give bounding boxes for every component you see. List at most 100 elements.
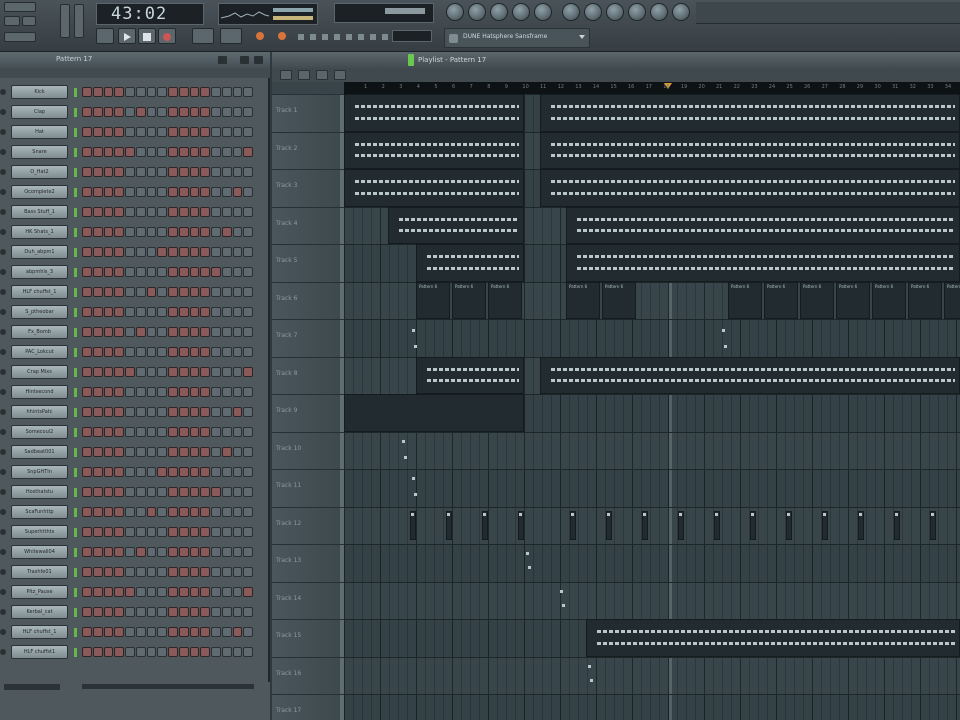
track-lane[interactable] [344, 581, 960, 620]
step-button[interactable] [125, 107, 135, 117]
track-header[interactable]: Track 2 [272, 131, 344, 169]
step-button[interactable] [135, 647, 146, 657]
step-button[interactable] [168, 267, 178, 277]
step-button[interactable] [211, 647, 221, 657]
step-button[interactable] [168, 527, 178, 537]
step-button[interactable] [232, 87, 243, 97]
step-button[interactable] [157, 307, 167, 317]
pattern-clip[interactable] [540, 169, 960, 207]
step-button[interactable] [178, 387, 189, 397]
step-button[interactable] [157, 427, 167, 437]
step-button[interactable] [103, 87, 114, 97]
step-button[interactable] [157, 267, 167, 277]
step-button[interactable] [82, 487, 92, 497]
channel-name-button[interactable]: HLF chuffst_1 [11, 285, 68, 299]
step-button[interactable] [157, 387, 167, 397]
playlist-grid[interactable]: Pattern 6 Pattern 6 Pattern 6 Pattern 6 Patt… [344, 94, 960, 720]
step-button[interactable] [200, 647, 210, 657]
step-button[interactable] [125, 147, 135, 157]
step-button[interactable] [82, 287, 92, 297]
step-button[interactable] [200, 87, 210, 97]
step-button[interactable] [232, 267, 243, 277]
step-button[interactable] [168, 367, 178, 377]
step-button[interactable] [243, 327, 253, 337]
track-header[interactable]: Track 16 [272, 656, 344, 694]
step-button[interactable] [146, 647, 157, 657]
step-button[interactable] [232, 627, 243, 637]
step-button[interactable] [211, 487, 221, 497]
step-button[interactable] [114, 467, 124, 477]
step-button[interactable] [82, 527, 92, 537]
step-button[interactable] [243, 147, 253, 157]
step-button[interactable] [189, 127, 200, 137]
channel-select-indicator[interactable] [74, 348, 77, 357]
step-button[interactable] [221, 247, 232, 257]
step-button[interactable] [146, 347, 157, 357]
channel-select-indicator[interactable] [74, 588, 77, 597]
track-header[interactable]: Track 15 [272, 619, 344, 657]
step-button[interactable] [168, 307, 178, 317]
step-button[interactable] [92, 187, 103, 197]
step-button[interactable] [135, 227, 146, 237]
step-button[interactable] [232, 607, 243, 617]
step-button[interactable] [168, 247, 178, 257]
channel-name-button[interactable]: Hosthatstu [11, 485, 68, 499]
step-button[interactable] [189, 467, 200, 477]
step-button[interactable] [168, 507, 178, 517]
pattern-clip[interactable] [416, 244, 524, 282]
step-button[interactable] [232, 387, 243, 397]
step-button[interactable] [200, 627, 210, 637]
step-button[interactable] [189, 307, 200, 317]
step-button[interactable] [146, 247, 157, 257]
track-header[interactable]: Track 8 [272, 356, 344, 394]
step-button[interactable] [243, 347, 253, 357]
select-tool-icon[interactable] [316, 70, 328, 80]
step-button[interactable] [221, 427, 232, 437]
step-button[interactable] [168, 227, 178, 237]
channel-select-indicator[interactable] [74, 448, 77, 457]
step-button[interactable] [232, 367, 243, 377]
channel-select-indicator[interactable] [74, 428, 77, 437]
step-button[interactable] [114, 427, 124, 437]
step-button[interactable] [92, 307, 103, 317]
step-button[interactable] [146, 307, 157, 317]
step-button[interactable] [221, 547, 232, 557]
channel-select-indicator[interactable] [74, 388, 77, 397]
channel-select-indicator[interactable] [74, 488, 77, 497]
step-button[interactable] [200, 227, 210, 237]
track-header[interactable]: Track 1 [272, 94, 344, 132]
step-button[interactable] [82, 627, 92, 637]
step-button[interactable] [146, 147, 157, 157]
channel-mute-icon[interactable] [0, 429, 6, 435]
minimize-icon[interactable] [218, 56, 227, 64]
step-button[interactable] [221, 87, 232, 97]
step-button[interactable] [168, 547, 178, 557]
step-button[interactable] [103, 407, 114, 417]
wait-input-icon[interactable] [278, 32, 286, 40]
channel-name-button[interactable]: O_Hat2 [11, 165, 68, 179]
step-button[interactable] [114, 207, 124, 217]
step-button[interactable] [135, 207, 146, 217]
channel-mute-icon[interactable] [0, 569, 6, 575]
channel-name-button[interactable]: Duh_abpm1 [11, 245, 68, 259]
step-button[interactable] [211, 107, 221, 117]
pattern-mode-button[interactable] [22, 16, 36, 26]
step-button[interactable] [146, 107, 157, 117]
step-button[interactable] [82, 467, 92, 477]
playlist-icon[interactable] [468, 3, 486, 21]
step-button[interactable] [125, 327, 135, 337]
step-button[interactable] [200, 447, 210, 457]
step-button[interactable] [243, 407, 253, 417]
step-button[interactable] [157, 567, 167, 577]
step-button[interactable] [114, 487, 124, 497]
step-button[interactable] [211, 547, 221, 557]
step-button[interactable] [221, 627, 232, 637]
step-button[interactable] [82, 327, 92, 337]
channel-mute-icon[interactable] [0, 169, 6, 175]
step-button[interactable] [178, 347, 189, 357]
step-button[interactable] [178, 587, 189, 597]
step-button[interactable] [178, 547, 189, 557]
step-button[interactable] [157, 487, 167, 497]
step-button[interactable] [200, 127, 210, 137]
channel-mute-icon[interactable] [0, 629, 6, 635]
